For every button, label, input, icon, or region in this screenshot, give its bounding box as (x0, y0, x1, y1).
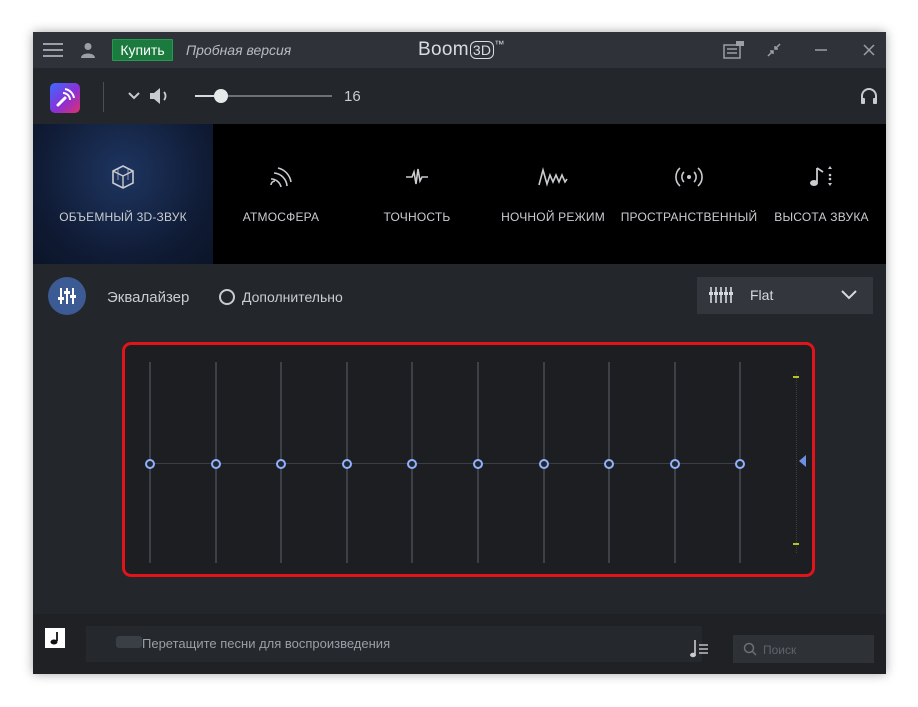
eq-band-knob[interactable] (341, 458, 352, 469)
eq-band-knob[interactable] (604, 458, 615, 469)
title-bar: Купить Пробная версия Boom 3D ™ (33, 32, 886, 68)
pitch-note-icon (809, 162, 835, 192)
mode-night[interactable]: НОЧНОЙ РЕЖИМ (485, 124, 621, 264)
cube-icon (110, 162, 136, 192)
mode-label: ОБЪЕМНЫЙ 3D-ЗВУК (59, 210, 187, 224)
mode-label: ПРОСТРАНСТВЕННЫЙ (620, 210, 758, 224)
drop-hint: Перетащите песни для воспроизведения (142, 636, 391, 651)
buy-button[interactable]: Купить (112, 39, 173, 61)
volume-toolbar: 16 (33, 68, 886, 124)
eq-band-knob[interactable] (407, 458, 418, 469)
waves-icon (269, 162, 293, 192)
blurred-thumbnail (116, 636, 142, 648)
notes-icon[interactable] (722, 38, 746, 62)
boom-logo-icon[interactable] (50, 83, 80, 113)
playlist-icon[interactable] (690, 639, 710, 664)
chevron-down-icon[interactable] (127, 84, 141, 108)
pulse-icon (405, 162, 429, 192)
volume-slider-thumb[interactable] (214, 89, 229, 103)
music-note-icon[interactable] (45, 628, 65, 648)
advanced-label: Дополнительно (242, 289, 343, 305)
mode-label: НОЧНОЙ РЕЖИМ (501, 210, 605, 224)
mode-atmosphere[interactable]: АТМОСФЕРА (213, 124, 349, 264)
sliders-icon (709, 287, 733, 308)
search-icon (743, 642, 757, 661)
headphones-icon[interactable] (859, 84, 879, 108)
broadcast-icon (674, 162, 704, 192)
eq-band-knob[interactable] (538, 458, 549, 469)
sound-modes-bar: ОБЪЕМНЫЙ 3D-ЗВУК АТМОСФЕРА ТОЧНОСТЬ НОЧН… (33, 124, 886, 264)
equalizer-icon[interactable] (48, 277, 86, 315)
shrink-icon[interactable] (763, 38, 785, 62)
eq-band-knob[interactable] (210, 458, 221, 469)
preset-name: Flat (750, 287, 774, 303)
gain-indicator-arrow[interactable] (799, 454, 806, 467)
toolbar-divider (103, 82, 104, 112)
mode-label: ТОЧНОСТЬ (383, 210, 451, 224)
search-input[interactable] (761, 640, 870, 660)
eq-band-knob[interactable] (276, 458, 287, 469)
advanced-radio[interactable]: Дополнительно (219, 289, 343, 305)
mode-surround-3d[interactable]: ОБЪЕМНЫЙ 3D-ЗВУК (33, 124, 213, 264)
equalizer-header: Эквалайзер Дополнительно Flat (33, 264, 886, 330)
trial-label: Пробная версия (186, 42, 292, 58)
eq-band-knob[interactable] (473, 458, 483, 469)
search-box[interactable] (733, 635, 874, 663)
app-title: Boom 3D ™ (418, 39, 505, 61)
mode-pitch[interactable]: ВЫСОТА ЗВУКА (757, 124, 886, 264)
close-icon[interactable] (859, 38, 879, 62)
mode-label: АТМОСФЕРА (242, 210, 320, 224)
mode-spatial[interactable]: ПРОСТРАНСТВЕННЫЙ (621, 124, 757, 264)
equalizer-title: Эквалайзер (107, 289, 190, 306)
drop-area[interactable]: Перетащите песни для воспроизведения (86, 626, 702, 662)
eq-band-knob[interactable] (145, 458, 155, 469)
radio-button[interactable] (219, 289, 235, 305)
eq-curve (149, 463, 740, 464)
chevron-down-icon (840, 285, 858, 308)
equalizer-panel (122, 342, 815, 577)
menu-icon[interactable] (41, 38, 65, 62)
eq-band-knob[interactable] (669, 458, 680, 469)
mode-label: ВЫСОТА ЗВУКА (774, 210, 869, 224)
volume-slider[interactable] (195, 89, 332, 103)
mode-precision[interactable]: ТОЧНОСТЬ (349, 124, 485, 264)
gain-meter-tick (793, 376, 799, 378)
bottom-bar: Перетащите песни для воспроизведения (33, 614, 886, 674)
boom3d-window: Купить Пробная версия Boom 3D ™ 16 ОБЪЕМ… (33, 32, 886, 674)
app-suffix: 3D (469, 41, 495, 59)
trademark: ™ (494, 39, 505, 51)
gain-meter-tick (793, 543, 799, 545)
wave-icon (538, 162, 568, 192)
minimize-icon[interactable] (810, 38, 832, 62)
user-icon[interactable] (79, 38, 97, 62)
app-name: Boom (418, 39, 469, 60)
volume-value: 16 (344, 88, 361, 105)
gain-meter (796, 372, 798, 553)
preset-dropdown[interactable]: Flat (697, 277, 873, 314)
eq-band-knob[interactable] (735, 458, 746, 469)
speaker-icon[interactable] (147, 84, 173, 108)
